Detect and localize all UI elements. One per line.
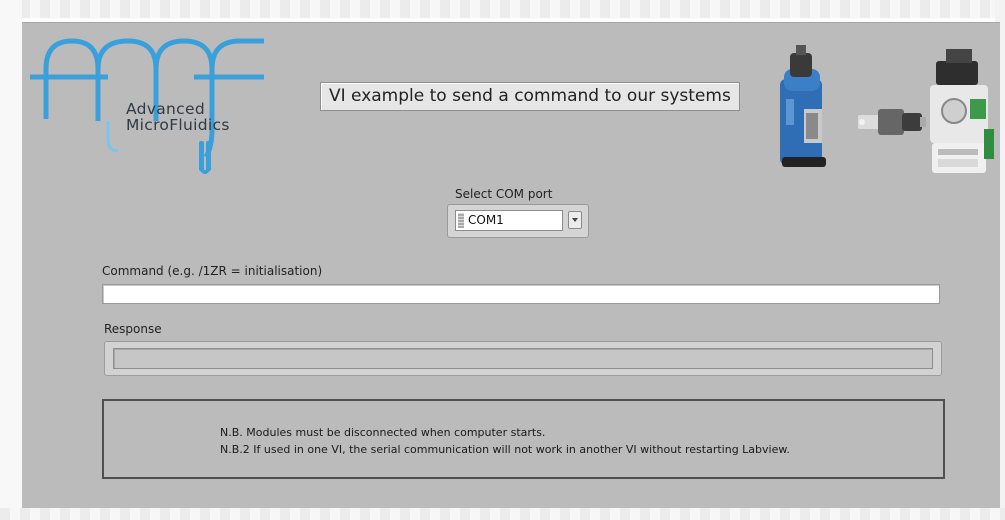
window-left-edge — [0, 0, 22, 520]
com-port-label: Select COM port — [455, 187, 553, 201]
window-top-edge — [0, 0, 1005, 18]
response-label: Response — [104, 322, 162, 336]
front-panel: Advanced MicroFluidics VI example to sen… — [22, 22, 1000, 508]
com-port-dropdown-button[interactable] — [568, 211, 582, 229]
com-port-grip-icon — [458, 213, 464, 228]
green-module-icon — [930, 49, 994, 173]
note-line-2: N.B.2 If used in one VI, the serial comm… — [220, 443, 790, 456]
logo-line-1: Advanced — [126, 100, 205, 118]
notes-box: N.B. Modules must be disconnected when c… — [102, 399, 945, 479]
page-title: VI example to send a command to our syst… — [320, 82, 740, 111]
product-illustration-icon — [780, 45, 994, 173]
response-field[interactable] — [113, 348, 933, 369]
com-port-field[interactable]: COM1 — [455, 210, 563, 231]
logo-text: Advanced MicroFluidics — [126, 101, 230, 133]
logo-line-2: MicroFluidics — [126, 116, 230, 134]
note-line-1: N.B. Modules must be disconnected when c… — [220, 426, 546, 439]
response-indicator — [104, 341, 942, 376]
command-input[interactable] — [102, 284, 940, 304]
window-bottom-edge — [0, 508, 1005, 520]
chevron-down-icon — [572, 218, 578, 222]
blue-device-icon — [780, 45, 826, 167]
com-port-selector: COM1 — [447, 204, 589, 238]
command-label: Command (e.g. /1ZR = initialisation) — [102, 264, 323, 278]
amf-logo: Advanced MicroFluidics — [28, 29, 268, 179]
cylinder-pump-icon — [858, 109, 926, 135]
com-port-value: COM1 — [468, 213, 504, 227]
product-images — [770, 39, 1000, 189]
